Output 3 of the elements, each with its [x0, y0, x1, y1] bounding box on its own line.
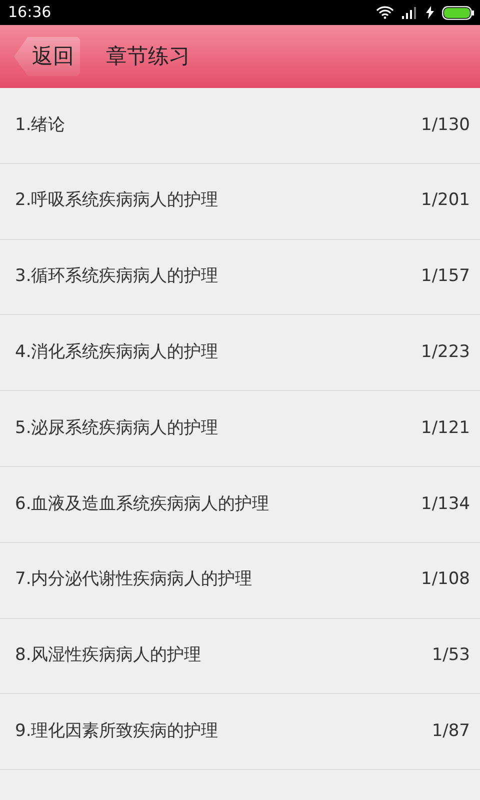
page-title: 章节练习: [106, 42, 190, 70]
status-time: 16:36: [8, 2, 52, 24]
chapter-progress: 1/87: [432, 720, 470, 744]
